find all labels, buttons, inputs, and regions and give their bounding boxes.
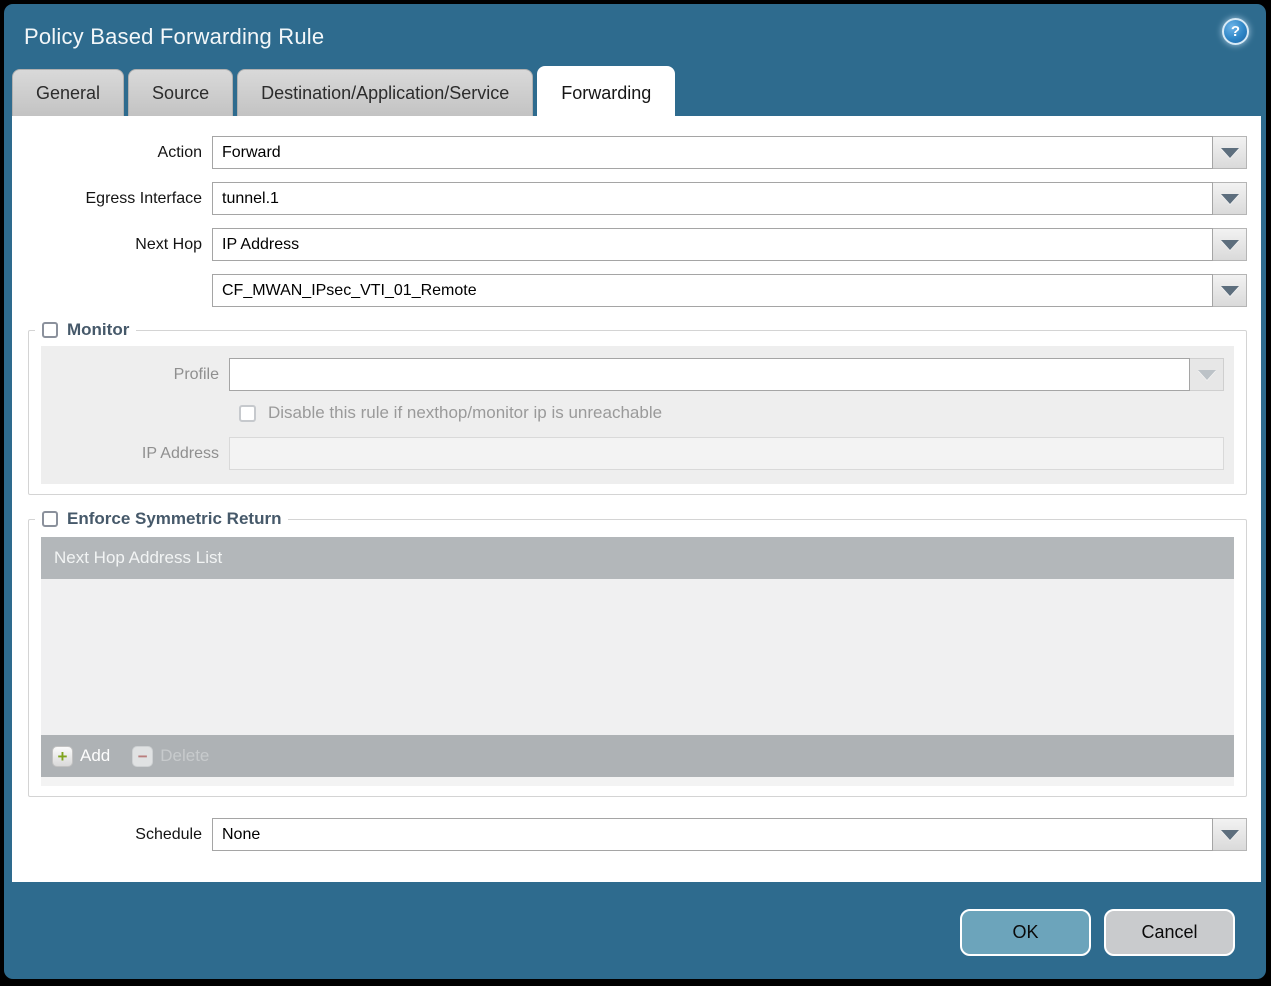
tab-content-forwarding: Action Egress Interface Next Hop <box>12 116 1261 882</box>
tab-bar: General Source Destination/Application/S… <box>4 66 1266 116</box>
help-icon[interactable]: ? <box>1222 18 1249 45</box>
chevron-down-icon <box>1220 239 1239 250</box>
monitor-legend-label: Monitor <box>67 320 130 339</box>
next-hop-address-list-header: Next Hop Address List <box>41 537 1234 579</box>
chevron-down-icon <box>1220 193 1239 204</box>
profile-label: Profile <box>173 365 219 383</box>
monitor-ip-input <box>229 437 1224 470</box>
cancel-button[interactable]: Cancel <box>1104 909 1235 956</box>
tab-general[interactable]: General <box>12 69 125 116</box>
next-hop-address-dropdown-button[interactable] <box>1213 274 1247 307</box>
disable-rule-row: Disable this rule if nexthop/monitor ip … <box>239 403 1224 423</box>
dialog-footer: OK Cancel <box>4 882 1266 979</box>
ok-button[interactable]: OK <box>960 909 1091 956</box>
next-hop-type-combo <box>212 228 1247 261</box>
chevron-down-icon <box>1220 147 1239 158</box>
disable-rule-checkbox <box>239 404 256 422</box>
next-hop-label: Next Hop <box>135 235 202 253</box>
pbf-rule-dialog: Policy Based Forwarding Rule ? General S… <box>4 4 1266 979</box>
chevron-down-icon <box>1197 369 1216 380</box>
egress-interface-row: Egress Interface <box>12 182 1247 215</box>
next-hop-address-list-table: Next Hop Address List + Add − Delete <box>41 537 1234 777</box>
add-button-label: Add <box>80 746 111 765</box>
symmetric-return-checkbox[interactable] <box>42 511 58 527</box>
action-input[interactable] <box>212 136 1213 169</box>
action-combo <box>212 136 1247 169</box>
monitor-ip-label: IP Address <box>141 444 219 462</box>
plus-icon: + <box>52 745 73 767</box>
profile-dropdown-button <box>1190 358 1224 391</box>
next-hop-address-row <box>12 274 1247 307</box>
tab-source[interactable]: Source <box>128 69 234 116</box>
table-scrollbar-track <box>41 777 1234 786</box>
tab-destination-application-service[interactable]: Destination/Application/Service <box>237 69 534 116</box>
symmetric-return-legend: Enforce Symmetric Return <box>35 509 288 529</box>
monitor-checkbox[interactable] <box>42 322 58 338</box>
egress-interface-label: Egress Interface <box>85 189 203 207</box>
disable-rule-label: Disable this rule if nexthop/monitor ip … <box>268 403 663 422</box>
egress-interface-combo <box>212 182 1247 215</box>
egress-interface-input[interactable] <box>212 182 1213 215</box>
action-row: Action <box>12 136 1247 169</box>
monitor-ip-row: IP Address <box>41 437 1224 470</box>
next-hop-address-input[interactable] <box>212 274 1213 307</box>
title-bar: Policy Based Forwarding Rule ? <box>4 4 1266 66</box>
next-hop-address-list-body[interactable] <box>41 579 1234 735</box>
symmetric-return-fieldset: Enforce Symmetric Return Next Hop Addres… <box>28 509 1247 797</box>
schedule-label: Schedule <box>135 825 202 843</box>
next-hop-type-input[interactable] <box>212 228 1213 261</box>
symmetric-return-legend-label: Enforce Symmetric Return <box>67 509 282 528</box>
monitor-fieldset: Monitor Profile Disable this rule if nex… <box>28 320 1247 495</box>
dialog-title: Policy Based Forwarding Rule <box>24 24 325 49</box>
next-hop-type-dropdown-button[interactable] <box>1213 228 1247 261</box>
next-hop-address-combo <box>212 274 1247 307</box>
chevron-down-icon <box>1220 285 1239 296</box>
delete-button: − Delete <box>132 745 210 767</box>
schedule-dropdown-button[interactable] <box>1213 818 1247 851</box>
schedule-row: Schedule <box>12 818 1247 851</box>
add-button[interactable]: + Add <box>52 745 111 767</box>
profile-input <box>229 358 1190 391</box>
chevron-down-icon <box>1220 829 1239 840</box>
profile-combo <box>229 358 1224 391</box>
profile-row: Profile <box>41 358 1224 391</box>
tab-forwarding[interactable]: Forwarding <box>537 66 676 116</box>
next-hop-address-list-toolbar: + Add − Delete <box>41 735 1234 777</box>
delete-button-label: Delete <box>160 746 210 765</box>
minus-icon: − <box>132 745 154 767</box>
action-dropdown-button[interactable] <box>1213 136 1247 169</box>
monitor-legend: Monitor <box>35 320 136 340</box>
egress-interface-dropdown-button[interactable] <box>1213 182 1247 215</box>
schedule-input[interactable] <box>212 818 1213 851</box>
monitor-panel: Profile Disable this rule if nexthop/mon… <box>41 346 1234 484</box>
next-hop-row: Next Hop <box>12 228 1247 261</box>
schedule-combo <box>212 818 1247 851</box>
action-label: Action <box>157 143 202 161</box>
